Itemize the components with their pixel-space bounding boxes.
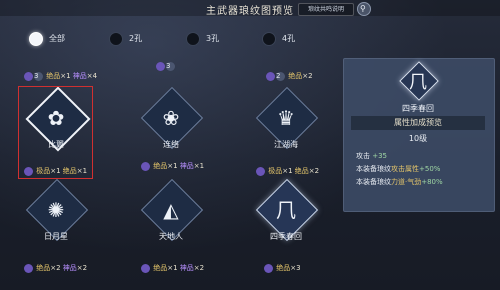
attr-value: +80% — [421, 178, 443, 186]
card-stat-sijichunhui: 绝品×3 — [264, 264, 301, 273]
quality-count: ×3 — [290, 264, 301, 272]
hole-count: 2 — [276, 72, 285, 81]
quality-label: 绝品 — [276, 264, 291, 272]
radio-dot — [29, 32, 43, 46]
quality-label: 神品 — [62, 264, 77, 272]
card-stat-tiandiren: 绝品×1 神品×2 — [141, 264, 204, 273]
quality-label: 绝品 — [288, 72, 303, 80]
quality-label: 绝品 — [153, 264, 168, 272]
filter-label: 4孔 — [282, 34, 296, 43]
hole-count-icon — [266, 72, 275, 81]
quality-label: 神品 — [179, 162, 194, 170]
attack-line: 攻击 +35 — [356, 151, 387, 161]
hole-count-icon — [256, 167, 265, 176]
radio-dot — [262, 32, 276, 46]
attr-label: 本装备琅纹 — [356, 178, 391, 186]
quality-count: ×2 — [76, 264, 88, 272]
quality-label: 极品 — [36, 167, 51, 175]
quality-label: 绝品 — [62, 167, 77, 175]
attr-value: +50% — [419, 165, 441, 173]
filter-2-hole[interactable]: 2孔 — [109, 32, 169, 46]
quality-count: ×2 — [50, 264, 61, 272]
attr-bonus-line: 本装备琅纹攻击属性+50% — [356, 164, 440, 174]
top-stat-1: 3 绝品×1 神品×4 — [24, 72, 97, 81]
quality-count: ×1 — [76, 167, 88, 175]
card-name: 天地人 — [159, 232, 183, 241]
quality-label: 神品 — [179, 264, 194, 272]
hole-count: 3 — [34, 72, 43, 81]
attr-name: 力道 — [391, 178, 405, 186]
card-name: 日月星 — [44, 232, 68, 241]
detail-heading: 属性加成预览 — [351, 116, 485, 130]
radio-dot — [186, 32, 200, 46]
card-name: 连络 — [163, 140, 179, 149]
detail-level: 10级 — [408, 134, 428, 143]
filter-all[interactable]: 全部 — [29, 32, 89, 46]
filter-3-hole[interactable]: 3孔 — [186, 32, 246, 46]
pattern-card-lianluo[interactable]: ❀ 连络 — [140, 86, 204, 150]
quality-count: ×1 — [167, 264, 178, 272]
quality-count: ×4 — [86, 72, 98, 80]
sun-icon: ✺ — [47, 198, 65, 222]
pattern-card-jianghuhai[interactable]: ♛ 江湖海 — [255, 86, 319, 150]
quality-label: 极品 — [268, 167, 283, 175]
top-stat-2: 3 — [156, 62, 176, 71]
attr-name: 攻击属性 — [391, 165, 419, 173]
card-stat-lianluo: 绝品×1 神品×1 — [141, 162, 204, 171]
hole-count-icon — [264, 264, 273, 273]
hole-count-icon — [156, 62, 165, 71]
crest-icon: ♛ — [277, 106, 295, 130]
quality-label: 绝品 — [153, 162, 168, 170]
card-stat-riyuexing: 绝品×2 神品×2 — [24, 264, 87, 273]
quality-count: ×2 — [193, 264, 205, 272]
hole-count: 3 — [166, 62, 175, 71]
quality-count: ×1 — [167, 162, 178, 170]
season-icon: ⺇ — [276, 198, 296, 222]
hole-count-icon — [141, 264, 150, 273]
quality-label: 神品 — [72, 72, 87, 80]
quality-label: 绝品 — [46, 72, 61, 80]
quality-count: ×1 — [282, 167, 293, 175]
pattern-card-tiandiren[interactable]: ◭ 天地人 — [140, 178, 204, 242]
radio-dot — [109, 32, 123, 46]
search-icon[interactable]: ⚲ — [357, 2, 371, 16]
card-name: 江湖海 — [274, 140, 298, 149]
season-icon: ⺇ — [409, 72, 427, 93]
quality-count: ×1 — [50, 167, 61, 175]
detail-name: 四季春回 — [402, 104, 434, 113]
flower-icon: ❀ — [162, 106, 180, 130]
quality-count: ×2 — [302, 72, 313, 80]
quality-count: ×1 — [193, 162, 205, 170]
pattern-card-riyuexing[interactable]: ✺ 日月星 — [25, 178, 89, 242]
quality-count: ×1 — [60, 72, 71, 80]
filter-label: 3孔 — [206, 34, 220, 43]
quality-label: 绝品 — [294, 167, 309, 175]
card-stat-biyi: 极品×1 绝品×1 — [24, 167, 87, 176]
top-stat-3: 2 绝品×2 — [266, 72, 313, 81]
mountain-icon: ◭ — [163, 198, 179, 222]
filter-label: 全部 — [49, 34, 65, 43]
resonance-help-link[interactable]: 琅纹共鸣说明 — [298, 3, 354, 16]
strength-bonus-line: 本装备琅纹力道·气劲+80% — [356, 178, 443, 186]
attr-label: 攻击 — [356, 152, 370, 160]
hole-count-icon — [24, 264, 33, 273]
hole-count-icon — [141, 162, 150, 171]
card-name: 四季春回 — [270, 232, 302, 241]
attr-label: 本装备琅纹 — [356, 165, 391, 173]
quality-label: 绝品 — [36, 264, 51, 272]
attr-value: +35 — [372, 152, 388, 160]
filter-4-hole[interactable]: 4孔 — [262, 32, 322, 46]
filter-label: 2孔 — [129, 34, 143, 43]
hole-count-icon — [24, 72, 33, 81]
pattern-card-sijichunhui[interactable]: ⺇ 四季春回 — [255, 178, 319, 242]
card-stat-jianghuhai: 极品×1 绝品×2 — [256, 167, 319, 176]
selection-highlight — [18, 86, 93, 179]
page-title: 主武器琅纹图预览 — [206, 6, 294, 17]
hole-count-icon — [24, 167, 33, 176]
attr-name: 气劲 — [407, 178, 422, 186]
quality-count: ×2 — [308, 167, 320, 175]
